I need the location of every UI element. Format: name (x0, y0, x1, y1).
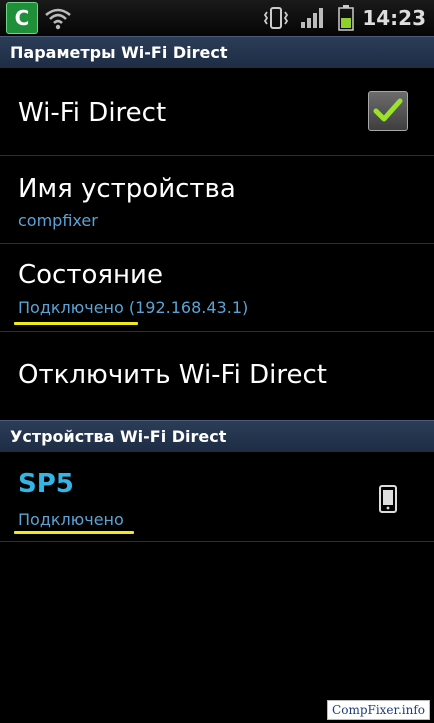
disconnect-wifi-direct-label: Отключить Wi-Fi Direct (18, 360, 327, 390)
wifi-direct-checkbox[interactable] (368, 91, 408, 131)
battery-icon (338, 5, 354, 35)
app-badge-letter: C (14, 6, 30, 30)
status-value: Подключено (192.168.43.1) (18, 298, 249, 317)
device-status: Подключено (18, 510, 124, 529)
device-name: SP5 (18, 469, 74, 499)
device-name-row[interactable]: Имя устройства compfixer (0, 156, 434, 243)
status-clock: 14:23 (362, 6, 426, 30)
wifi-direct-toggle-label: Wi-Fi Direct (18, 98, 167, 128)
compfixer-app-icon: C (6, 2, 38, 34)
highlight-underline (14, 322, 138, 325)
settings-section-header: Параметры Wi-Fi Direct (0, 36, 434, 68)
status-row: Состояние Подключено (192.168.43.1) (0, 244, 434, 331)
wifi-icon (44, 6, 72, 34)
device-name-label: Имя устройства (18, 174, 236, 204)
phone-icon (378, 485, 398, 517)
divider (0, 541, 434, 542)
compfixer-watermark: CompFixer.info (327, 700, 430, 720)
device-name-value: compfixer (18, 211, 98, 230)
signal-strength-icon (300, 7, 326, 33)
disconnect-wifi-direct-row[interactable]: Отключить Wi-Fi Direct (0, 332, 434, 420)
highlight-underline (14, 531, 134, 534)
checkmark-icon (373, 98, 403, 122)
status-bar: C 14:23 (0, 0, 434, 36)
vibrate-icon (262, 6, 290, 34)
devices-section-header: Устройства Wi-Fi Direct (0, 420, 434, 452)
status-label: Состояние (18, 260, 163, 290)
